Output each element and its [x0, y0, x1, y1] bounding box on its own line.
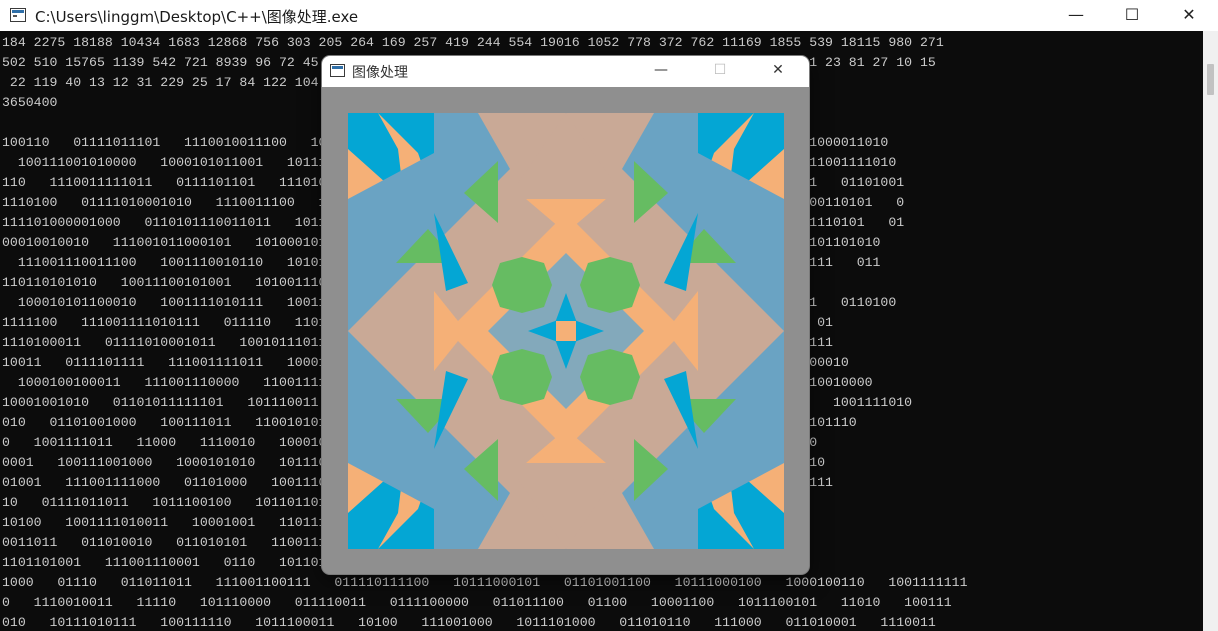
console-app-icon — [10, 8, 26, 22]
image-minimize-button[interactable]: — — [638, 56, 684, 87]
green-octagon-3 — [492, 349, 552, 405]
image-window-app-icon — [330, 64, 345, 77]
image-window-title: 图像处理 — [352, 65, 408, 81]
console-scrollbar[interactable] — [1203, 31, 1218, 631]
corner-bottom-right — [698, 463, 784, 549]
center-square — [556, 321, 576, 341]
console-close-button[interactable]: ✕ — [1161, 0, 1217, 31]
console-maximize-button[interactable]: ☐ — [1104, 0, 1160, 31]
image-window[interactable]: 图像处理 — ☐ ✕ — [322, 56, 809, 574]
image-window-titlebar[interactable]: 图像处理 — ☐ ✕ — [322, 56, 809, 87]
console-window-title: C:\Users\linggm\Desktop\C++\图像处理.exe — [35, 8, 359, 26]
corner-bottom-left — [348, 463, 434, 549]
geometric-pattern-image — [348, 113, 784, 549]
green-octagon-4 — [580, 349, 640, 405]
console-titlebar[interactable]: C:\Users\linggm\Desktop\C++\图像处理.exe — ☐… — [0, 0, 1218, 31]
image-maximize-button: ☐ — [713, 62, 727, 78]
green-octagon-2 — [580, 257, 640, 313]
corner-top-right — [698, 113, 784, 199]
corner-top-left — [348, 113, 434, 199]
console-minimize-button[interactable]: — — [1048, 0, 1104, 31]
image-close-button[interactable]: ✕ — [755, 56, 801, 87]
green-octagon-1 — [492, 257, 552, 313]
console-scrollbar-thumb[interactable] — [1207, 64, 1214, 95]
